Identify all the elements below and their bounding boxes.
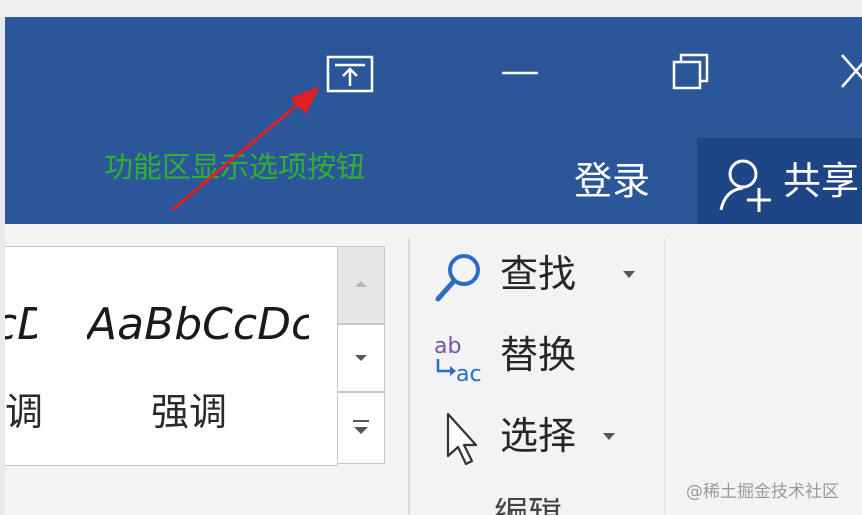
gallery-scroll-down-button[interactable] [337,324,385,392]
chevron-down-icon [623,271,635,278]
svg-text:ac: ac [456,362,482,387]
group-separator [664,238,665,515]
find-label: 查找 [500,252,577,296]
find-button[interactable]: 查找 [430,246,650,306]
style-sample-emphasis[interactable]: AaBbCcDc [87,295,309,355]
expand-more-icon [353,420,369,434]
chevron-down-icon [603,433,615,440]
styles-gallery: AaBbCcDc AaBbCcDc 强调 强调 [5,246,338,466]
minimize-button[interactable] [480,30,560,110]
style-name-emphasis: 强调 [151,390,228,434]
share-label: 共享 [783,159,860,203]
restore-icon [672,53,709,90]
replace-ab-ac-icon: ab ac [434,334,482,387]
annotation-arrow [171,86,320,212]
login-link[interactable]: 登录 [574,156,650,206]
gallery-more-button[interactable] [337,392,385,464]
select-button[interactable]: 选择 [430,408,650,468]
close-icon [841,54,862,88]
minimize-icon [502,71,538,75]
gallery-scroll-controls [337,246,385,464]
style-name: 强调 [5,390,44,434]
magnifier-icon [435,254,480,302]
replace-button[interactable]: ab ac 替换 [430,327,630,387]
editing-group-label: 编辑 [494,498,562,515]
replace-label: 替换 [500,333,577,377]
style-sample[interactable]: AaBbCcDc [5,295,37,355]
window-top-edge [0,0,862,17]
watermark: @稀土掘金技术社区 [686,482,839,502]
select-label: 选择 [500,414,577,458]
cursor-arrow-icon [446,412,478,466]
close-button[interactable] [820,30,862,110]
chevron-up-icon [355,281,367,287]
group-separator [408,238,410,515]
add-person-icon [719,159,771,212]
svg-text:ab: ab [434,334,461,359]
restore-button[interactable] [650,30,730,110]
share-button[interactable]: 共享 [697,138,862,224]
chevron-down-icon [355,355,367,361]
gallery-scroll-up-button[interactable] [337,246,385,324]
